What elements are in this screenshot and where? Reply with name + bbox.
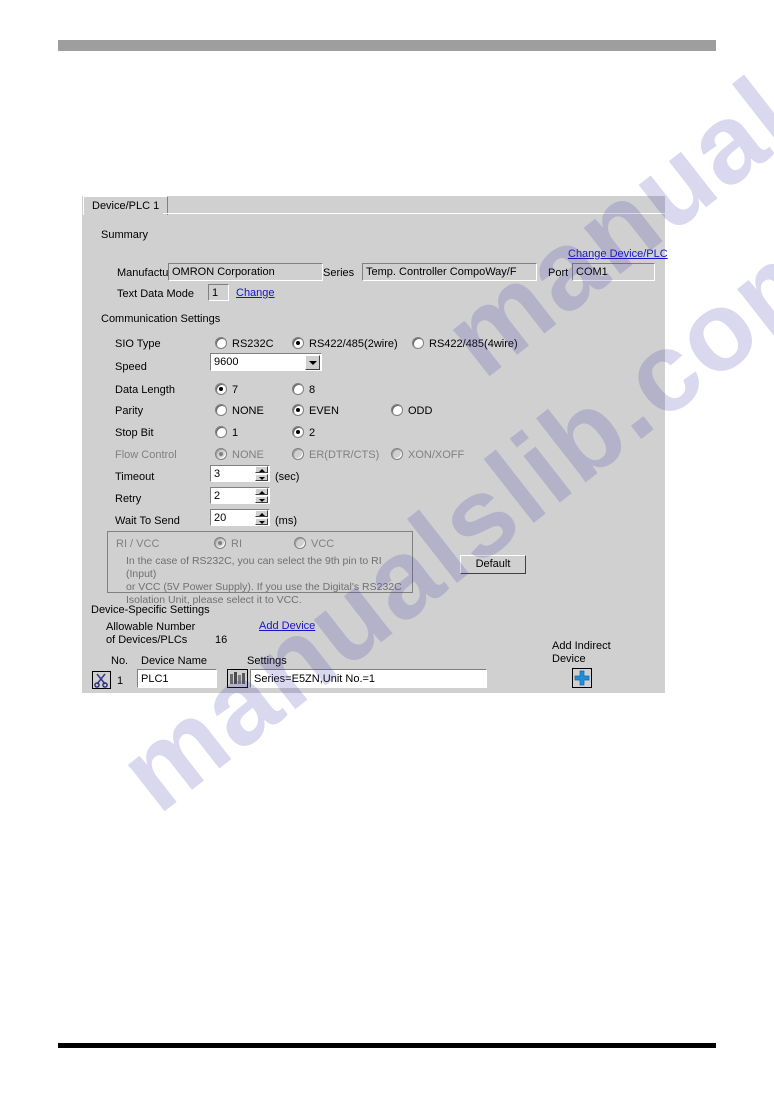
add-device-link[interactable]: Add Device <box>259 620 315 632</box>
radio-flow-control-xon-xoff <box>391 448 403 460</box>
radio-stop-bit-2[interactable] <box>292 426 304 438</box>
wait-to-send-unit: (ms) <box>275 515 297 527</box>
speed-label: Speed <box>115 361 147 373</box>
parity-option-label-0: NONE <box>232 405 264 417</box>
device-plc-settings-dialog: Device/PLC 1 Summary Change Device/PLC M… <box>82 196 668 693</box>
tab-strip: Device/PLC 1 <box>82 196 665 215</box>
stop-bit-label: Stop Bit <box>115 427 154 439</box>
radio-parity-even[interactable] <box>292 404 304 416</box>
timeout-value: 3 <box>214 468 221 480</box>
sio-option-label-1: RS422/485(2wire) <box>309 338 398 350</box>
column-header-no: No. <box>111 655 129 667</box>
allowable-devices-label-line1: Allowable Number <box>106 621 196 633</box>
page-footer-rule <box>58 1043 716 1048</box>
sio-option-label-2: RS422/485(4wire) <box>429 338 518 350</box>
parity-option-label-1: EVEN <box>309 405 339 417</box>
radio-data-length-7[interactable] <box>215 383 227 395</box>
device-specific-section-title: Device-Specific Settings <box>91 604 210 616</box>
communication-section-title: Communication Settings <box>101 313 221 325</box>
timeout-spinner[interactable]: 3 <box>210 465 270 482</box>
device-name-field-1[interactable]: PLC1 <box>137 669 217 688</box>
radio-data-length-8[interactable] <box>292 383 304 395</box>
allowable-devices-label-line2: of Devices/PLCs <box>106 634 188 646</box>
page-header-rule <box>58 40 716 51</box>
add-indirect-device-label-line1: Add Indirect <box>552 640 611 652</box>
wait-to-send-value: 20 <box>214 512 227 524</box>
speed-value: 9600 <box>214 356 239 368</box>
ri-vcc-option-label-1: VCC <box>311 538 335 550</box>
change-device-plc-link[interactable]: Change Device/PLC <box>568 248 668 260</box>
parity-option-label-2: ODD <box>408 405 433 417</box>
text-data-mode-label: Text Data Mode <box>117 288 195 300</box>
summary-section-title: Summary <box>101 229 149 241</box>
radio-sio-rs422-485-4wire[interactable] <box>412 337 424 349</box>
default-button[interactable]: Default <box>460 555 526 574</box>
flow-control-label: Flow Control <box>115 449 177 461</box>
scissors-icon[interactable] <box>92 671 111 689</box>
radio-sio-rs232c[interactable] <box>215 337 227 349</box>
spinner-down-icon[interactable] <box>255 496 268 503</box>
port-label: Port <box>548 267 569 279</box>
flow-control-option-label-1: ER(DTR/CTS) <box>309 449 380 461</box>
chevron-down-icon[interactable] <box>305 355 320 370</box>
port-field[interactable]: COM1 <box>572 263 655 281</box>
spinner-down-icon[interactable] <box>255 518 268 525</box>
radio-sio-rs422-485-2wire[interactable] <box>292 337 304 349</box>
radio-flow-control-er <box>292 448 304 460</box>
wait-to-send-spinner[interactable]: 20 <box>210 509 270 526</box>
speed-combobox[interactable]: 9600 <box>210 353 322 371</box>
stop-bit-option-label-0: 1 <box>232 427 239 439</box>
data-length-option-label-1: 8 <box>309 384 316 396</box>
timeout-label: Timeout <box>115 471 155 483</box>
text-data-mode-field: 1 <box>208 284 229 301</box>
spinner-up-icon[interactable] <box>255 488 268 495</box>
add-indirect-device-label-line2: Device <box>552 653 586 665</box>
ri-vcc-option-label-0: RI <box>231 538 242 550</box>
column-header-device-name: Device Name <box>141 655 208 667</box>
timeout-unit: (sec) <box>275 471 300 483</box>
data-length-option-label-0: 7 <box>232 384 239 396</box>
wait-to-send-label: Wait To Send <box>115 515 180 527</box>
sio-type-label: SIO Type <box>115 338 161 350</box>
stop-bit-option-label-1: 2 <box>309 427 316 439</box>
radio-parity-odd[interactable] <box>391 404 403 416</box>
spinner-down-icon[interactable] <box>255 474 268 481</box>
add-indirect-device-button[interactable] <box>572 668 592 688</box>
dialog-body: Summary Change Device/PLC Manufacturer O… <box>82 215 668 693</box>
ri-vcc-help-text: In the case of RS232C, you can select th… <box>126 555 402 606</box>
manufacturer-field[interactable]: OMRON Corporation <box>168 263 323 281</box>
radio-vcc <box>294 537 306 549</box>
radio-parity-none[interactable] <box>215 404 227 416</box>
allowable-devices-count: 16 <box>215 634 228 646</box>
spinner-up-icon[interactable] <box>255 510 268 517</box>
retry-spinner-buttons[interactable] <box>255 488 268 503</box>
timeout-spinner-buttons[interactable] <box>255 466 268 481</box>
radio-flow-control-none <box>215 448 227 460</box>
retry-spinner[interactable]: 2 <box>210 487 270 504</box>
retry-value: 2 <box>214 490 221 502</box>
radio-stop-bit-1[interactable] <box>215 426 227 438</box>
series-label: Series <box>323 267 355 279</box>
parity-label: Parity <box>115 405 144 417</box>
retry-label: Retry <box>115 493 142 505</box>
flow-control-option-label-0: NONE <box>232 449 264 461</box>
device-settings-icon[interactable] <box>227 669 248 688</box>
sio-option-label-0: RS232C <box>232 338 274 350</box>
ri-vcc-group: RI / VCC RI VCC In the case of RS232C, y… <box>107 531 413 606</box>
radio-ri <box>214 537 226 549</box>
text-data-mode-change-link[interactable]: Change <box>236 287 275 299</box>
device-settings-field-1[interactable]: Series=E5ZN,Unit No.=1 <box>250 669 487 688</box>
series-field[interactable]: Temp. Controller CompoWay/F <box>362 263 537 281</box>
ri-vcc-title: RI / VCC <box>116 538 160 550</box>
tab-device-plc-1[interactable]: Device/PLC 1 <box>83 196 169 215</box>
row-no-1: 1 <box>117 675 124 687</box>
wait-to-send-spinner-buttons[interactable] <box>255 510 268 525</box>
column-header-settings: Settings <box>247 655 287 667</box>
data-length-label: Data Length <box>115 384 175 396</box>
spinner-up-icon[interactable] <box>255 466 268 473</box>
flow-control-option-label-2: XON/XOFF <box>408 449 465 461</box>
